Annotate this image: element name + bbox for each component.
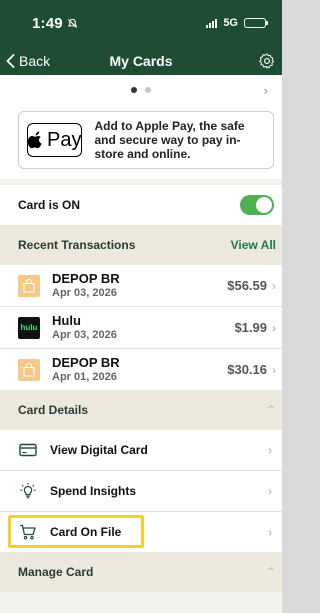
nav-bar: Back My Cards	[0, 46, 282, 75]
card-on-file-row[interactable]: Card On File ›	[0, 512, 282, 552]
pager-dot[interactable]	[145, 87, 151, 93]
transaction-row[interactable]: hulu Hulu Apr 03, 2026 $1.99 ›	[0, 307, 282, 348]
section-title: Manage Card	[18, 565, 94, 579]
signal-icon	[206, 18, 218, 28]
detail-label: Spend Insights	[50, 484, 137, 498]
transaction-amount: $1.99	[234, 320, 267, 335]
back-button[interactable]: Back	[6, 53, 50, 69]
card-details-header[interactable]: Card Details ⌃	[0, 390, 282, 430]
view-digital-card-row[interactable]: View Digital Card ›	[0, 430, 282, 470]
chevron-left-icon	[6, 53, 15, 68]
chevron-right-icon: ›	[268, 443, 272, 457]
manage-card-header[interactable]: Manage Card ⌃	[0, 552, 282, 592]
detail-label: View Digital Card	[50, 443, 148, 457]
card-carousel-pager[interactable]: ›	[0, 75, 282, 105]
hulu-logo: hulu	[18, 316, 40, 339]
card-icon	[18, 440, 38, 460]
card-status-label: Card is ON	[18, 198, 81, 212]
apple-pay-section: Pay Add to Apple Pay, the safe and secur…	[0, 105, 282, 179]
add-to-apple-pay-button[interactable]: Pay Add to Apple Pay, the safe and secur…	[18, 111, 274, 169]
view-all-link[interactable]: View All	[231, 238, 276, 252]
chevron-up-icon[interactable]: ⌃	[266, 565, 276, 579]
status-time: 1:49	[32, 15, 78, 32]
merchant-name: DEPOP BR	[52, 355, 120, 370]
transaction-amount: $30.16	[227, 362, 267, 377]
transaction-amount: $56.59	[227, 278, 267, 293]
gear-icon[interactable]	[258, 52, 276, 70]
chevron-up-icon[interactable]: ⌃	[266, 403, 276, 417]
shopping-bag-icon	[18, 274, 40, 297]
pager-dot-active[interactable]	[131, 87, 137, 93]
transaction-date: Apr 01, 2026	[52, 371, 117, 383]
chevron-right-icon: ›	[272, 320, 276, 335]
recent-transactions-header: Recent Transactions View All	[0, 225, 282, 265]
transaction-row[interactable]: DEPOP BR Apr 03, 2026 $56.59 ›	[0, 265, 282, 306]
transaction-date: Apr 03, 2026	[52, 287, 117, 299]
apple-pay-badge: Pay	[27, 123, 83, 157]
shopping-bag-icon	[18, 358, 40, 381]
detail-label: Card On File	[50, 525, 122, 539]
chevron-right-icon: ›	[268, 525, 272, 539]
card-status-row: Card is ON	[0, 185, 282, 225]
merchant-name: Hulu	[52, 313, 81, 328]
battery-icon	[244, 18, 268, 28]
chevron-right-icon: ›	[272, 362, 276, 377]
transaction-date: Apr 03, 2026	[52, 329, 117, 341]
header: 1:49 5G Back My Cards	[0, 0, 282, 75]
chevron-right-icon: ›	[272, 278, 276, 293]
merchant-name: DEPOP BR	[52, 271, 120, 286]
apple-pay-badge-text: Pay	[47, 128, 82, 151]
lightbulb-icon	[18, 481, 38, 501]
chevron-right-icon: ›	[268, 484, 272, 498]
cart-icon	[18, 522, 38, 542]
bell-slash-icon	[67, 18, 78, 28]
spend-insights-row[interactable]: Spend Insights ›	[0, 471, 282, 511]
section-title: Card Details	[18, 403, 89, 417]
chevron-right-icon[interactable]: ›	[264, 83, 268, 98]
apple-logo-icon	[28, 131, 42, 149]
apple-pay-message: Add to Apple Pay, the safe and secure wa…	[94, 119, 245, 161]
phone-screen: 1:49 5G Back My Cards › Pay Add to Apple…	[0, 0, 282, 613]
status-indicators: 5G	[206, 17, 268, 29]
card-on-toggle[interactable]	[240, 195, 274, 215]
network-label: 5G	[223, 17, 238, 29]
back-label: Back	[19, 52, 51, 69]
section-title: Recent Transactions	[18, 238, 136, 252]
status-bar: 1:49 5G	[0, 0, 282, 46]
transaction-row[interactable]: DEPOP BR Apr 01, 2026 $30.16 ›	[0, 349, 282, 390]
